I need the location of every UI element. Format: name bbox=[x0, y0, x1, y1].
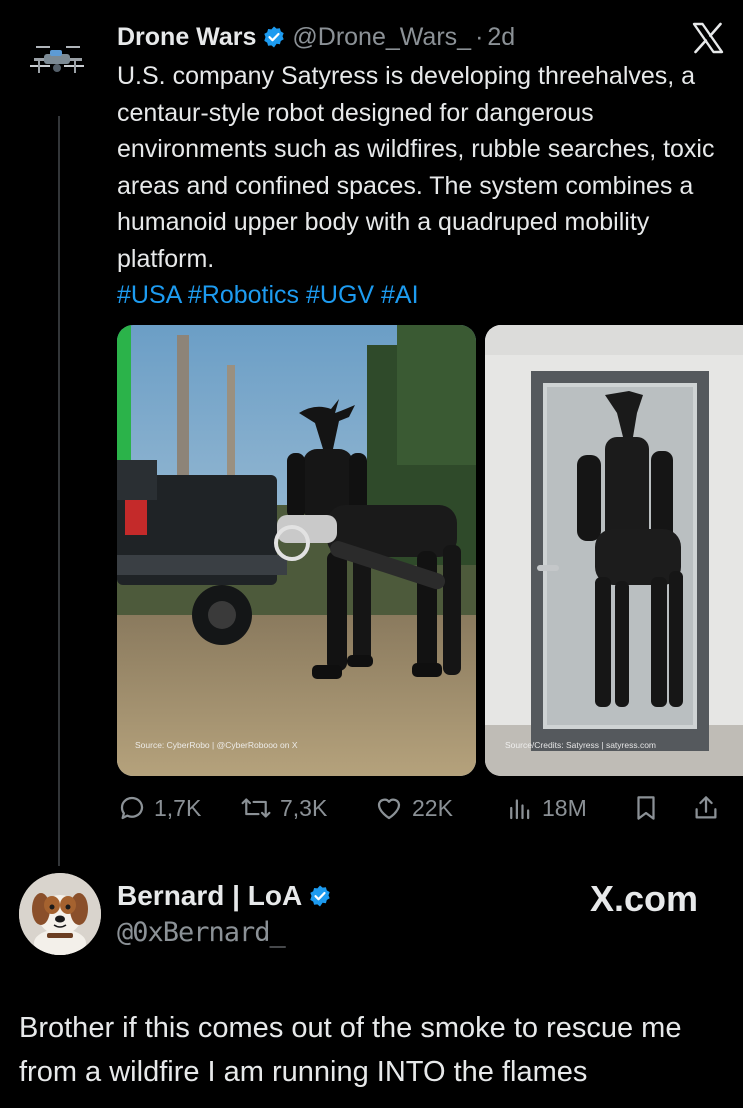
tweet-body: U.S. company Satyress is developing thre… bbox=[117, 58, 732, 314]
robot-door-photo[interactable]: Source/Credits: Satyress | satyress.com bbox=[485, 325, 743, 776]
repost-count: 7,3K bbox=[280, 794, 328, 821]
author-name[interactable]: Drone Wars bbox=[117, 23, 256, 52]
tweet-text: U.S. company Satyress is developing thre… bbox=[117, 62, 715, 273]
x-logo-icon[interactable] bbox=[690, 20, 726, 56]
reply-author-name[interactable]: Bernard | LoA bbox=[117, 880, 302, 912]
robot-outdoor-photo[interactable]: Source: CyberRobo | @CyberRobooo on X bbox=[117, 325, 476, 776]
views-button[interactable]: 18M bbox=[505, 790, 587, 826]
share-upload-icon bbox=[695, 796, 717, 819]
separator-dot: · bbox=[475, 22, 484, 51]
share-button[interactable] bbox=[691, 790, 728, 826]
tweet-action-bar: 1,7K 7,3K 22K 18M bbox=[117, 790, 737, 826]
reply-author-row: Bernard | LoA bbox=[117, 880, 338, 912]
bernard-avatar[interactable] bbox=[19, 873, 101, 955]
like-button[interactable]: 22K bbox=[373, 790, 453, 826]
bookmark-button[interactable] bbox=[631, 790, 668, 826]
heart-icon bbox=[377, 798, 401, 820]
saint-bernard-dog-icon bbox=[19, 873, 101, 955]
photo-2-source-caption: Source/Credits: Satyress | satyress.com bbox=[505, 740, 657, 750]
drone-wars-avatar[interactable] bbox=[28, 38, 88, 84]
view-count: 18M bbox=[542, 794, 587, 821]
doorway-scene-illustration bbox=[485, 325, 743, 776]
hashtag-links[interactable]: #USA #Robotics #UGV #AI bbox=[117, 281, 419, 309]
outdoor-scene-illustration bbox=[117, 325, 476, 776]
tweet-header: Drone Wars @Drone_Wars_ · 2d bbox=[117, 20, 515, 54]
thread-connector-line bbox=[58, 116, 60, 866]
reply-count: 1,7K bbox=[154, 794, 202, 821]
repost-button[interactable]: 7,3K bbox=[239, 790, 327, 826]
reply-verified-badge-icon bbox=[310, 885, 330, 907]
reply-bubble-icon bbox=[120, 796, 144, 820]
tweet-media: Source: CyberRobo | @CyberRobooo on X So… bbox=[117, 325, 743, 776]
analytics-bars-icon bbox=[510, 799, 530, 820]
reply-text: Brother if this comes out of the smoke t… bbox=[19, 1012, 682, 1088]
reply-author-handle[interactable]: @0xBernard_ bbox=[117, 917, 286, 948]
photo-1-source-caption: Source: CyberRobo | @CyberRobooo on X bbox=[135, 740, 298, 750]
like-count: 22K bbox=[412, 794, 453, 821]
tweet-timestamp[interactable]: 2d bbox=[487, 23, 515, 52]
verified-badge-icon bbox=[264, 26, 285, 48]
xcom-watermark: X.com bbox=[590, 878, 699, 919]
reply-button[interactable]: 1,7K bbox=[117, 790, 201, 826]
bookmark-icon bbox=[637, 796, 655, 820]
repost-arrows-icon bbox=[241, 798, 271, 818]
author-handle[interactable]: @Drone_Wars_ bbox=[292, 23, 471, 52]
